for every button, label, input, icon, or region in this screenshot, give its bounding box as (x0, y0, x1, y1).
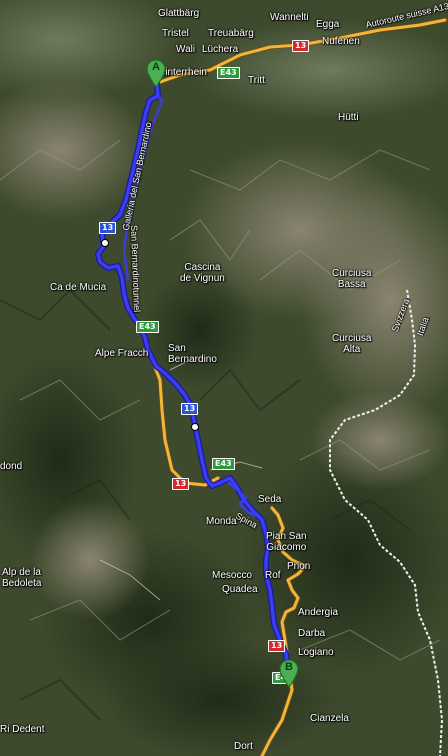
place-label-mesocco: Mesocco (212, 570, 253, 581)
place-label-alpe-fracch: Alpe Fracch (95, 348, 149, 359)
place-label-logiano: Logiano (298, 647, 334, 658)
road-shield-a13-south: 13 (181, 403, 199, 415)
place-label-ca-de-mucia: Ca de Mucia (50, 282, 107, 293)
place-label-hutti: Hütti (338, 112, 359, 123)
tunnel-portal-north (101, 239, 109, 247)
place-label-tritt: Tritt (248, 75, 265, 86)
place-label-dort: Dort (234, 741, 253, 752)
tunnel-portal-south (191, 423, 199, 431)
place-label-egga: Egga (316, 19, 340, 30)
road-shield-a13-north: 13 (99, 222, 117, 234)
road-shield-e43-north: E43 (217, 67, 240, 79)
road-shield-13-north: 13 (292, 40, 310, 52)
start-marker-letter: A (152, 61, 160, 73)
place-label-tristel: Tristel (162, 28, 189, 39)
place-label-cascina: Cascina de Vignun (180, 262, 225, 284)
place-label-nufenen: Nufenen (322, 36, 360, 47)
place-label-darba: Darba (298, 628, 326, 639)
place-label-curciusa-bassa: Curciusa Bassa (332, 268, 372, 290)
place-label-ri-dedent: Ri Dedent (0, 724, 45, 735)
place-label-seda: Seda (258, 494, 282, 505)
end-marker-letter: B (285, 661, 293, 673)
place-label-luchera: Lüchera (202, 44, 239, 55)
place-label-alp-bedoleta: Alp de la Bedoleta (2, 567, 42, 589)
road-shield-e43-mid: E43 (136, 321, 159, 333)
place-label-andergia: Andergia (298, 607, 339, 618)
start-marker-a[interactable]: A (145, 58, 167, 88)
place-label-san-bernardino: San Bernardino (168, 343, 217, 365)
place-label-glattbarg: Glattbärg (158, 8, 200, 19)
place-label-wannelti: Wannelti (270, 12, 309, 23)
place-label-prion: Prion (287, 561, 311, 572)
road-shield-13-mid: 13 (172, 478, 190, 490)
place-label-dond: dond (0, 461, 23, 472)
end-marker-b[interactable]: B (278, 658, 300, 688)
road-shield-e43-south: E43 (212, 458, 235, 470)
place-label-treuabarg: Treuabärg (208, 28, 254, 39)
place-label-curciusa-alta: Curciusa Alta (332, 333, 372, 355)
place-label-rof: Rof (265, 570, 281, 581)
map-canvas[interactable]: Glattbärg Wannelti Egga Tristel Treuabär… (0, 0, 448, 756)
place-label-cianzela: Cianzela (310, 713, 349, 724)
road-shield-13-south: 13 (268, 640, 286, 652)
place-label-pian-san-giacomo: Pian San Giacomo (266, 531, 307, 553)
place-label-quadea: Quadea (222, 584, 258, 595)
place-label-monda: Monda (206, 516, 237, 527)
map-terrain (0, 0, 448, 756)
place-label-wali: Wali (176, 44, 196, 55)
